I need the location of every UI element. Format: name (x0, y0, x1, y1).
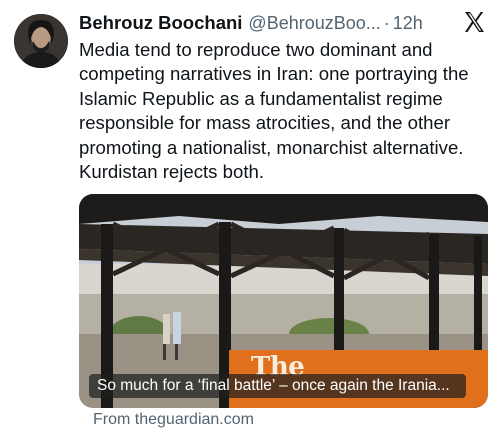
article-caption: So much for a ‘final battle’ – once agai… (97, 377, 450, 394)
tweet-header: Behrouz Boochani @BehrouzBoo... · 12h (79, 10, 486, 36)
x-logo-icon (465, 12, 484, 32)
link-card[interactable]: The So much for a ‘final battle’ – once … (79, 194, 488, 408)
caption-bar: So much for a ‘final battle’ – once agai… (89, 374, 466, 398)
timestamp[interactable]: 12h (393, 13, 423, 34)
link-source[interactable]: From theguardian.com (93, 411, 254, 429)
tweet-text: Media tend to reproduce two dominant and… (79, 39, 469, 183)
author-handle[interactable]: @BehrouzBoo... (248, 13, 380, 34)
avatar[interactable] (14, 14, 68, 68)
author-name[interactable]: Behrouz Boochani (79, 12, 242, 34)
separator-dot: · (383, 12, 390, 33)
user-photo-avatar-icon (14, 14, 68, 68)
